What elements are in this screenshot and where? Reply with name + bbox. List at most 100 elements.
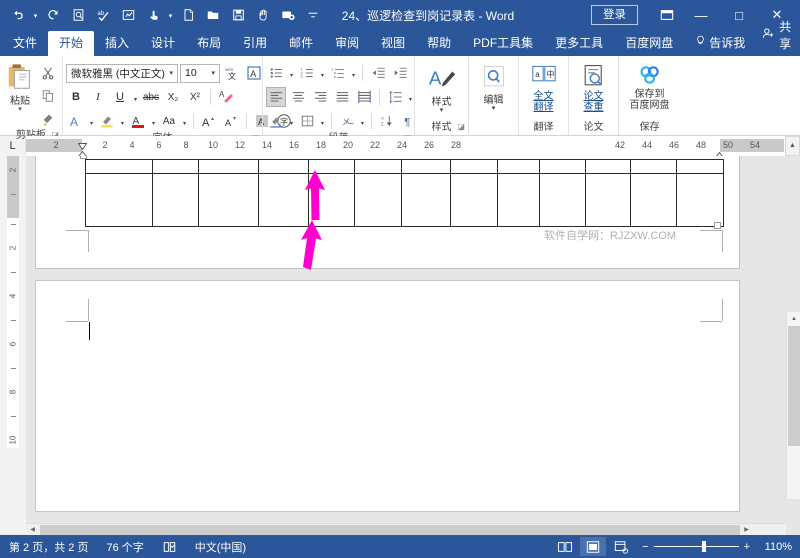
sort-icon[interactable]: AZ	[377, 111, 397, 131]
table-cell-2[interactable]	[152, 173, 199, 227]
paste-caret-icon[interactable]: ▾	[18, 106, 22, 113]
styles-caret-icon[interactable]: ▾	[440, 107, 444, 114]
print-preview-icon[interactable]	[66, 4, 90, 26]
bold-button[interactable]: B	[66, 87, 86, 107]
table-cell-13[interactable]	[676, 173, 724, 227]
document-page-2[interactable]	[36, 281, 739, 511]
table-cell-top-12[interactable]	[630, 159, 677, 174]
copy-icon[interactable]	[37, 86, 59, 106]
shrink-font-icon[interactable]: A	[221, 111, 241, 131]
tab-design[interactable]: 设计	[140, 31, 186, 56]
highlight-color-icon[interactable]	[97, 111, 117, 131]
tab-mailings[interactable]: 邮件	[278, 31, 324, 56]
zoom-out-button[interactable]: −	[642, 541, 648, 553]
ribbon-display-options-icon[interactable]	[652, 0, 682, 30]
minimize-button[interactable]: —	[682, 0, 720, 30]
zoom-slider[interactable]: − +	[636, 541, 756, 553]
tab-more-tools[interactable]: 更多工具	[544, 31, 614, 56]
numbering-caret-icon[interactable]: ▾	[319, 63, 326, 83]
new-document-icon[interactable]	[176, 4, 200, 26]
read-mode-view-button[interactable]	[552, 537, 578, 556]
underline-button[interactable]: U	[110, 87, 130, 107]
table-cell-top-11[interactable]	[585, 159, 631, 174]
paste-button[interactable]: 粘贴 ▾	[3, 60, 37, 113]
horizontal-scroll-thumb[interactable]	[40, 524, 740, 535]
word-count[interactable]: 76 个字	[97, 539, 152, 555]
vertical-scrollbar[interactable]: ▲	[786, 312, 800, 499]
asian-layout-icon[interactable]: メ	[337, 111, 357, 131]
tab-file[interactable]: 文件	[2, 31, 48, 56]
table-cell-7[interactable]	[401, 173, 451, 227]
document-table[interactable]	[85, 159, 724, 227]
change-case-caret-icon[interactable]: ▾	[181, 111, 188, 131]
spell-check-icon[interactable]: ab	[91, 4, 115, 26]
table-resize-handle[interactable]	[714, 222, 721, 229]
asian-layout-caret-icon[interactable]: ▾	[359, 111, 366, 131]
font-size-combo[interactable]: 10 ▾	[180, 63, 220, 83]
tab-layout[interactable]: 布局	[186, 31, 232, 56]
line-spacing-caret-icon[interactable]: ▾	[407, 87, 414, 107]
scroll-up-arrow-icon[interactable]: ▲	[787, 312, 800, 326]
table-cell-3[interactable]	[198, 173, 259, 227]
edit-icon[interactable]	[116, 4, 140, 26]
page-indicator[interactable]: 第 2 页，共 2 页	[0, 539, 97, 555]
bullets-caret-icon[interactable]: ▾	[288, 63, 295, 83]
table-cell-top-13[interactable]	[676, 159, 724, 174]
borders-icon[interactable]	[297, 111, 317, 131]
redo-icon[interactable]	[41, 4, 65, 26]
table-cell-top-8[interactable]	[450, 159, 498, 174]
format-painter-icon[interactable]	[37, 109, 59, 129]
table-cell-1[interactable]	[85, 173, 153, 227]
table-cell-9[interactable]	[497, 173, 540, 227]
zoom-level[interactable]: 110%	[758, 541, 792, 553]
text-effects-caret-icon[interactable]: ▾	[88, 111, 95, 131]
character-border-icon[interactable]: A	[244, 63, 264, 83]
scroll-left-arrow-icon[interactable]: ◀	[26, 523, 39, 536]
scroll-right-arrow-icon[interactable]: ▶	[740, 523, 753, 536]
styles-dialog-launcher-icon[interactable]: ◪	[457, 120, 465, 134]
bullets-icon[interactable]	[266, 63, 286, 83]
grow-font-icon[interactable]: A	[199, 111, 219, 131]
styles-button[interactable]: A 样式 ▾	[419, 60, 465, 114]
zoom-track[interactable]	[653, 541, 739, 552]
table-cell-8[interactable]	[450, 173, 498, 227]
table-cell-6[interactable]	[354, 173, 402, 227]
tab-review[interactable]: 审阅	[324, 31, 370, 56]
multilevel-caret-icon[interactable]: ▾	[350, 63, 357, 83]
sign-in-button[interactable]: 登录	[591, 5, 638, 25]
tab-baidu-netdisk[interactable]: 百度网盘	[614, 31, 684, 56]
tab-view[interactable]: 视图	[370, 31, 416, 56]
zoom-in-button[interactable]: +	[744, 541, 750, 553]
multilevel-list-icon[interactable]: 1ab	[328, 63, 348, 83]
tab-insert[interactable]: 插入	[94, 31, 140, 56]
maximize-button[interactable]: □	[720, 0, 758, 30]
document-canvas[interactable]: 软件自学网：RJZXW.COM	[26, 156, 800, 534]
scroll-up-button[interactable]: ▲	[785, 135, 800, 156]
font-color-caret-icon[interactable]: ▾	[150, 111, 157, 131]
align-right-icon[interactable]	[310, 87, 330, 107]
phonetic-guide-icon[interactable]: wén 文	[222, 63, 242, 83]
tab-references[interactable]: 引用	[232, 31, 278, 56]
distribute-icon[interactable]	[354, 87, 374, 107]
horizontal-scrollbar[interactable]: ◀ ▶	[26, 523, 786, 536]
vertical-ruler[interactable]: 2 2 4 6 8 10	[0, 156, 26, 534]
touch-mode-icon[interactable]	[141, 4, 165, 26]
increase-indent-icon[interactable]	[390, 63, 410, 83]
open-folder-icon[interactable]	[201, 4, 225, 26]
table-cell-10[interactable]	[539, 173, 586, 227]
left-indent-marker[interactable]	[78, 149, 87, 162]
tab-pdf-tools[interactable]: PDF工具集	[462, 31, 544, 56]
underline-caret-icon[interactable]: ▾	[132, 87, 139, 107]
cut-icon[interactable]	[37, 63, 59, 83]
font-size-caret-icon[interactable]: ▾	[209, 69, 217, 77]
editing-button[interactable]: 编辑 ▾	[472, 60, 515, 112]
italic-button[interactable]: I	[88, 87, 108, 107]
first-line-indent-marker[interactable]	[77, 137, 88, 150]
proofing-icon[interactable]	[153, 540, 186, 554]
save-to-baidu-button[interactable]: 保存到 百度网盘	[622, 60, 677, 111]
vertical-scroll-thumb[interactable]	[788, 326, 800, 446]
language-indicator[interactable]: 中文(中国)	[186, 539, 255, 555]
table-cell-12[interactable]	[630, 173, 677, 227]
superscript-button[interactable]: X²	[185, 87, 205, 107]
zoom-thumb[interactable]	[701, 541, 706, 552]
